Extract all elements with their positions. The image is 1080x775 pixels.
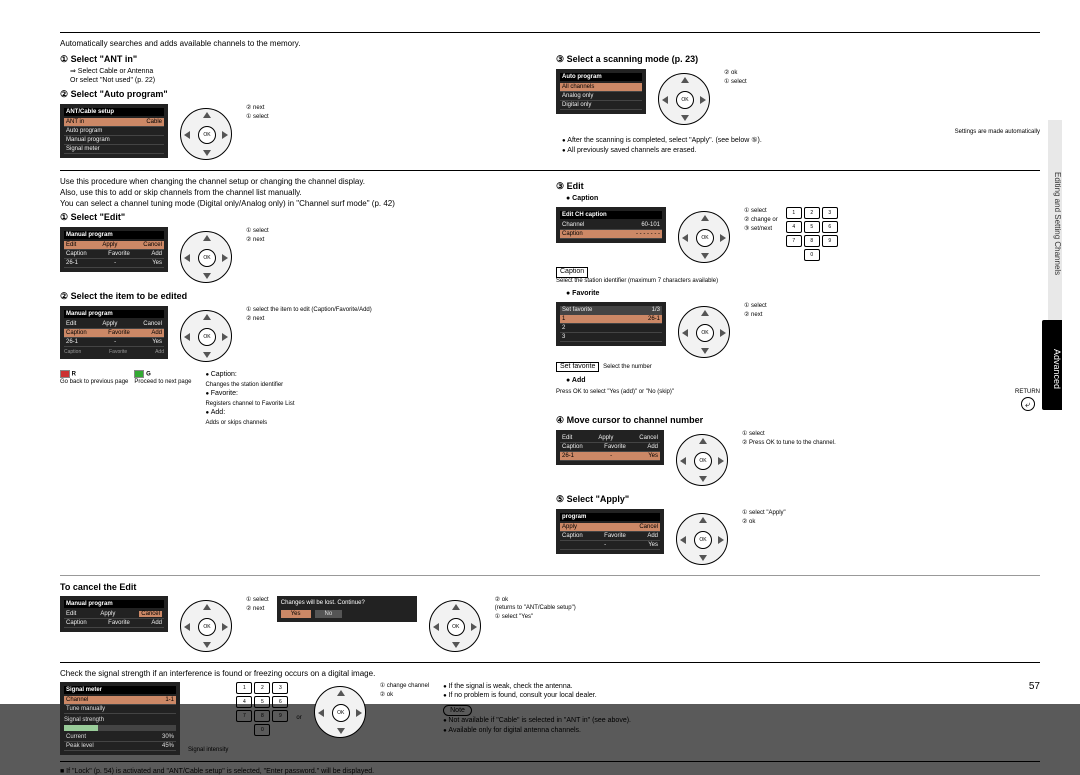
- annotation: ① select "Yes": [495, 613, 576, 620]
- bullet-after-scan: After the scanning is completed, select …: [562, 136, 1040, 146]
- sidebar-advanced-tab: Advanced: [1042, 320, 1062, 410]
- color-key-r: R Go back to previous page: [60, 370, 128, 386]
- dpad-icon: OK: [176, 104, 236, 164]
- annotation: ① change channel: [380, 682, 429, 689]
- menu-edit-caption: Edit CH caption Channel60-101 Caption- -…: [556, 207, 666, 243]
- caption-subhead: ● Caption: [566, 194, 1040, 203]
- step-select-item: ② Select the item to be edited: [60, 291, 544, 302]
- bullet-add: Add:Adds or skips channels: [205, 408, 544, 427]
- annotation: ① select: [742, 430, 836, 437]
- dpad-icon: OK: [672, 509, 732, 569]
- sec2-intro1: Use this procedure when changing the cha…: [60, 177, 544, 186]
- note-label: Note: [443, 705, 472, 716]
- annotation: (returns to "ANT/Cable setup"): [495, 605, 576, 611]
- menu-set-favorite: Set favorite1/3 126-1 2 3: [556, 302, 666, 346]
- annotation-select: ① select: [246, 227, 269, 234]
- add-note: Press OK to select "Yes (add)" or "No (s…: [556, 389, 674, 396]
- menu-auto-program: Auto program All channels Analog only Di…: [556, 69, 646, 114]
- dpad-icon: OK: [654, 69, 714, 129]
- menu-channel-cursor: EditApplyCancel CaptionFavoriteAdd 26-1-…: [556, 430, 664, 465]
- step1-sub2: Or select "Not used" (p. 22): [70, 76, 544, 85]
- dpad-icon: OK: [176, 306, 236, 366]
- section1-intro: Automatically searches and adds availabl…: [60, 39, 1040, 48]
- annotation: ② Press OK to tune to the channel.: [742, 439, 836, 446]
- menu-ant-cable: ANT/Cable setup ANT inCable Auto program…: [60, 104, 168, 158]
- annotation: ② change: [744, 217, 771, 223]
- step-2-heading: ② Select "Auto program": [60, 89, 544, 100]
- sec2-intro3: You can select a channel tuning mode (Di…: [60, 199, 544, 208]
- annotation-next: ② next: [246, 104, 269, 111]
- dpad-icon: OK: [425, 596, 485, 656]
- annotation: ② ok: [380, 691, 429, 698]
- step-1-heading: ① Select "ANT in": [60, 54, 544, 65]
- caption-box-label: Caption: [556, 267, 588, 277]
- return-icon: ⤶: [1021, 397, 1035, 411]
- dpad-icon: OK: [674, 302, 734, 362]
- annotation-select: ① select: [724, 78, 747, 85]
- annotation: ② ok: [742, 518, 786, 525]
- favorite-subhead: ● Favorite: [566, 289, 1040, 298]
- confirm-dialog: Changes will be lost. Continue? Yes No: [277, 596, 417, 622]
- annotation: ② next: [246, 605, 269, 612]
- annotation: ② ok: [495, 596, 576, 603]
- bullet-erased: All previously saved channels are erased…: [562, 146, 1040, 156]
- note-not-available: Not available if "Cable" is selected in …: [443, 716, 1040, 726]
- sec2-intro2: Also, use this to add or skip channels f…: [60, 188, 544, 197]
- signal-intensity-label: Signal intensity: [188, 747, 228, 754]
- add-subhead: ● Add: [566, 376, 1040, 385]
- section3-intro: Check the signal strength if an interfer…: [60, 669, 1040, 678]
- caption-note: Select the station identifier (maximum 7…: [556, 278, 1040, 285]
- step1-sub1: ⇒ Select Cable or Antenna: [70, 67, 544, 76]
- menu-cancel1: Manual program EditApplyCancel CaptionFa…: [60, 596, 168, 632]
- annotation-item1: ① select the item to edit (Caption/Favor…: [246, 306, 372, 313]
- set-favorite-box: Set favorite: [556, 362, 599, 372]
- dpad-icon: OK: [672, 430, 732, 490]
- step-select-edit: ① Select "Edit": [60, 212, 544, 223]
- annotation-next: ② next: [246, 236, 269, 243]
- menu-manual-program: Manual program EditApplyCancel CaptionFa…: [60, 227, 168, 272]
- keypad-icon: 123 456 789 0: [786, 207, 838, 261]
- annotation: ① select "Apply": [742, 509, 786, 516]
- bullet-no-problem: If no problem is found, consult your loc…: [443, 691, 1040, 701]
- annotation: ③ set/next: [744, 225, 778, 232]
- bullet-caption: Caption:Changes the station identifier: [205, 370, 544, 389]
- or-label: or: [296, 715, 301, 722]
- annotation-item2: ② next: [246, 315, 372, 322]
- return-button: RETURN ⤶: [1015, 389, 1040, 410]
- annotation: ① select: [744, 207, 778, 214]
- dpad-icon: OK: [176, 596, 236, 656]
- menu-apply: program ApplyCancel CaptionFavoriteAdd -…: [556, 509, 664, 554]
- annotation-select: ① select: [246, 113, 269, 120]
- cancel-edit-head: To cancel the Edit: [60, 582, 1040, 592]
- menu-manual-program-2: Manual program EditApplyCancel CaptionFa…: [60, 306, 168, 359]
- keypad-icon: 123 456 789 0: [236, 682, 288, 736]
- dpad-icon: OK: [176, 227, 236, 287]
- step-move-cursor: ④ Move cursor to channel number: [556, 415, 1040, 426]
- annotation: ① select: [744, 302, 767, 309]
- annotation: ② next: [744, 311, 767, 318]
- signal-meter-panel: Signal meter Channel1-1 Tune manually Si…: [60, 682, 180, 755]
- auto-settings-note: Settings are made automatically: [556, 129, 1040, 136]
- footnote-lock: ■ If "Lock" (p. 54) is activated and "AN…: [60, 768, 1040, 775]
- annotation-ok: ② ok: [724, 69, 747, 76]
- step-edit: ③ Edit: [556, 181, 1040, 192]
- dpad-icon: OK: [310, 682, 370, 742]
- step-select-apply: ⑤ Select "Apply": [556, 494, 1040, 505]
- bullet-favorite: Favorite:Registers channel to Favorite L…: [205, 389, 544, 408]
- note-avail-digital: Available only for digital antenna chann…: [443, 726, 1040, 736]
- sidebar-section-label: Editing and Setting Channels: [1048, 120, 1062, 320]
- color-key-g: G Proceed to next page: [134, 370, 191, 386]
- step-3-heading: ③ Select a scanning mode (p. 23): [556, 54, 1040, 65]
- annotation: ① select: [246, 596, 269, 603]
- dpad-icon: OK: [674, 207, 734, 267]
- page-number: 57: [1029, 681, 1040, 692]
- bullet-weak-signal: If the signal is weak, check the antenna…: [443, 682, 1040, 692]
